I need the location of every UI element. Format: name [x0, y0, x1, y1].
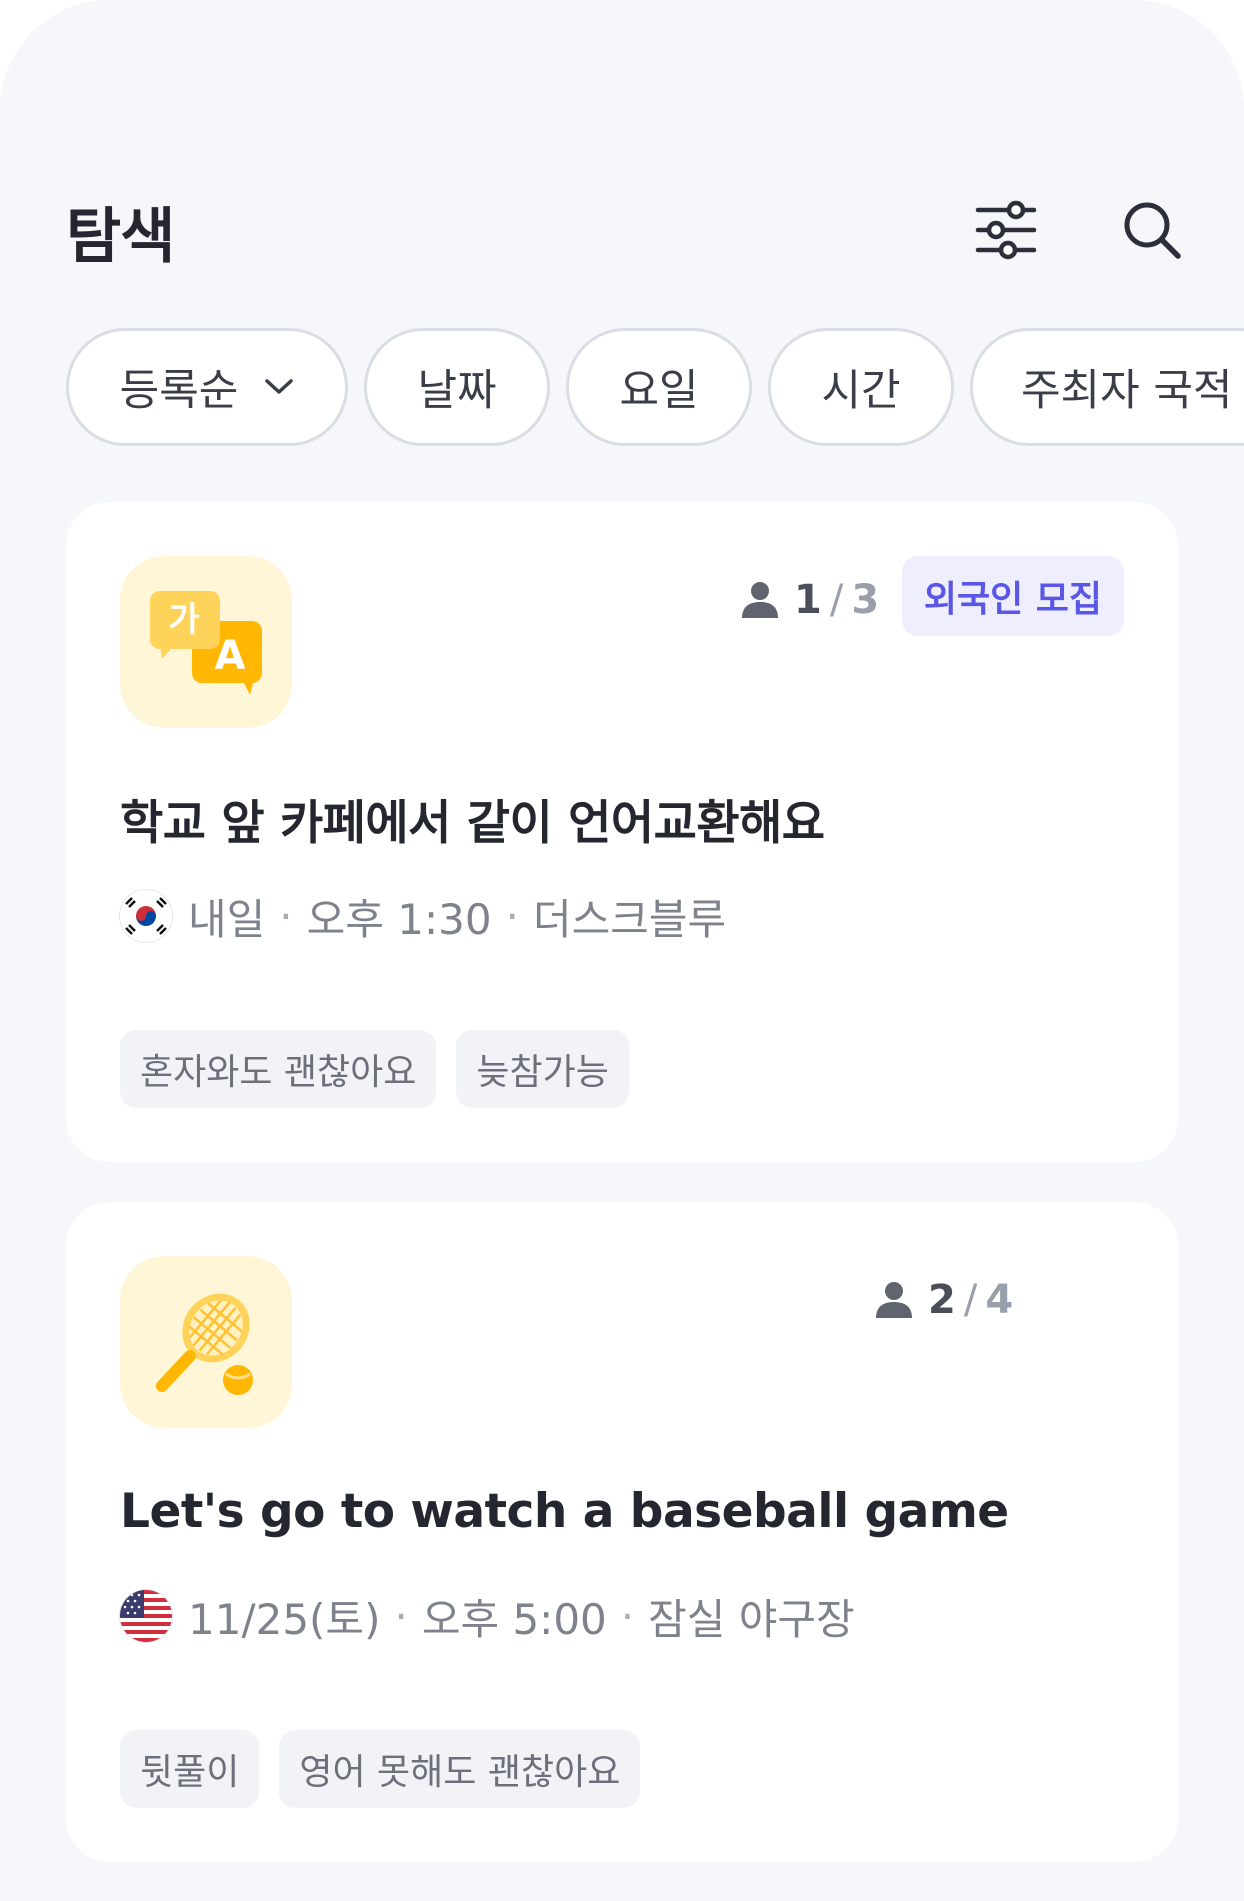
meetup-date: 11/25(토) [188, 1594, 381, 1644]
tag: 뒷풀이 [120, 1730, 260, 1808]
sort-chip[interactable]: 등록순 [66, 328, 348, 446]
tag-list: 혼자와도 괜찮아요 늦참가능 [120, 1030, 649, 1108]
meetup-place: 잠실 야구장 [648, 1594, 855, 1644]
time-chip[interactable]: 시간 [768, 328, 954, 446]
filter-chip-bar: 등록순 날짜 요일 시간 주최자 국적 [66, 328, 1244, 448]
member-separator: / [829, 577, 844, 623]
status-badge: 외국인 모집 [901, 556, 1124, 636]
meetup-place: 더스크블루 [532, 894, 727, 944]
time-chip-label: 시간 [821, 366, 901, 416]
tag: 늦참가능 [456, 1030, 629, 1108]
card-title: 학교 앞 카페에서 같이 언어교환해요 [120, 796, 825, 851]
host-nationality-chip-label: 주최자 국적 [1021, 366, 1233, 416]
meetup-date: 내일 [188, 894, 266, 944]
weekday-chip[interactable]: 요일 [566, 328, 752, 446]
person-icon [876, 1282, 912, 1318]
date-chip-label: 날짜 [417, 366, 497, 416]
search-button[interactable] [1102, 180, 1202, 280]
language-exchange-icon: 가 A [120, 556, 292, 728]
meta-separator: · [620, 1591, 635, 1641]
filter-button[interactable] [956, 180, 1056, 280]
korea-flag-icon [120, 890, 172, 942]
meta-separator: · [505, 891, 519, 941]
member-count: 2 / 4 [874, 1270, 1013, 1330]
person-icon [742, 582, 778, 618]
weekday-chip-label: 요일 [619, 366, 699, 416]
card-meta: 11/25(토) · 오후 5:00 · 잠실 야구장 [120, 1586, 855, 1646]
meta-separator: · [394, 1591, 408, 1641]
member-current: 2 [928, 1277, 956, 1323]
svg-text:가: 가 [168, 600, 199, 640]
tag: 영어 못해도 괜찮아요 [279, 1730, 641, 1808]
meetup-time: 오후 5:00 [421, 1594, 607, 1644]
card-title: Let's go to watch a baseball game [120, 1484, 1009, 1539]
explore-screen: 탐색 등록순 날짜 요일 시간 주최자 국적 가 A 1 / 3 외국인 모집 … [0, 0, 1244, 1901]
search-icon [1124, 202, 1181, 259]
meetup-card[interactable]: 가 A 1 / 3 외국인 모집 학교 앞 카페에서 같이 언어교환해요 내일 … [66, 502, 1178, 1162]
member-separator: / [963, 1277, 978, 1323]
member-max: 4 [985, 1277, 1014, 1323]
tag-list: 뒷풀이 영어 못해도 괜찮아요 [120, 1730, 660, 1808]
sliders-icon [975, 200, 1037, 260]
meta-separator: · [279, 891, 293, 941]
svg-text:A: A [215, 633, 246, 679]
meetup-card[interactable]: 2 / 4 Let's go to watch a baseball game [66, 1202, 1178, 1862]
card-meta: 내일 · 오후 1:30 · 더스크블루 [120, 886, 726, 946]
tag: 혼자와도 괜찮아요 [120, 1030, 437, 1108]
tennis-icon [120, 1256, 292, 1428]
date-chip[interactable]: 날짜 [364, 328, 550, 446]
sort-chip-label: 등록순 [119, 366, 239, 416]
page-title: 탐색 [66, 202, 175, 272]
meetup-time: 오후 1:30 [306, 894, 492, 944]
header: 탐색 [66, 180, 1181, 280]
member-current: 1 [794, 577, 822, 623]
member-max: 3 [851, 577, 880, 623]
usa-flag-icon [120, 1590, 172, 1642]
host-nationality-chip[interactable]: 주최자 국적 [970, 328, 1244, 446]
chevron-down-icon [264, 378, 294, 396]
member-count: 1 / 3 [740, 570, 879, 630]
